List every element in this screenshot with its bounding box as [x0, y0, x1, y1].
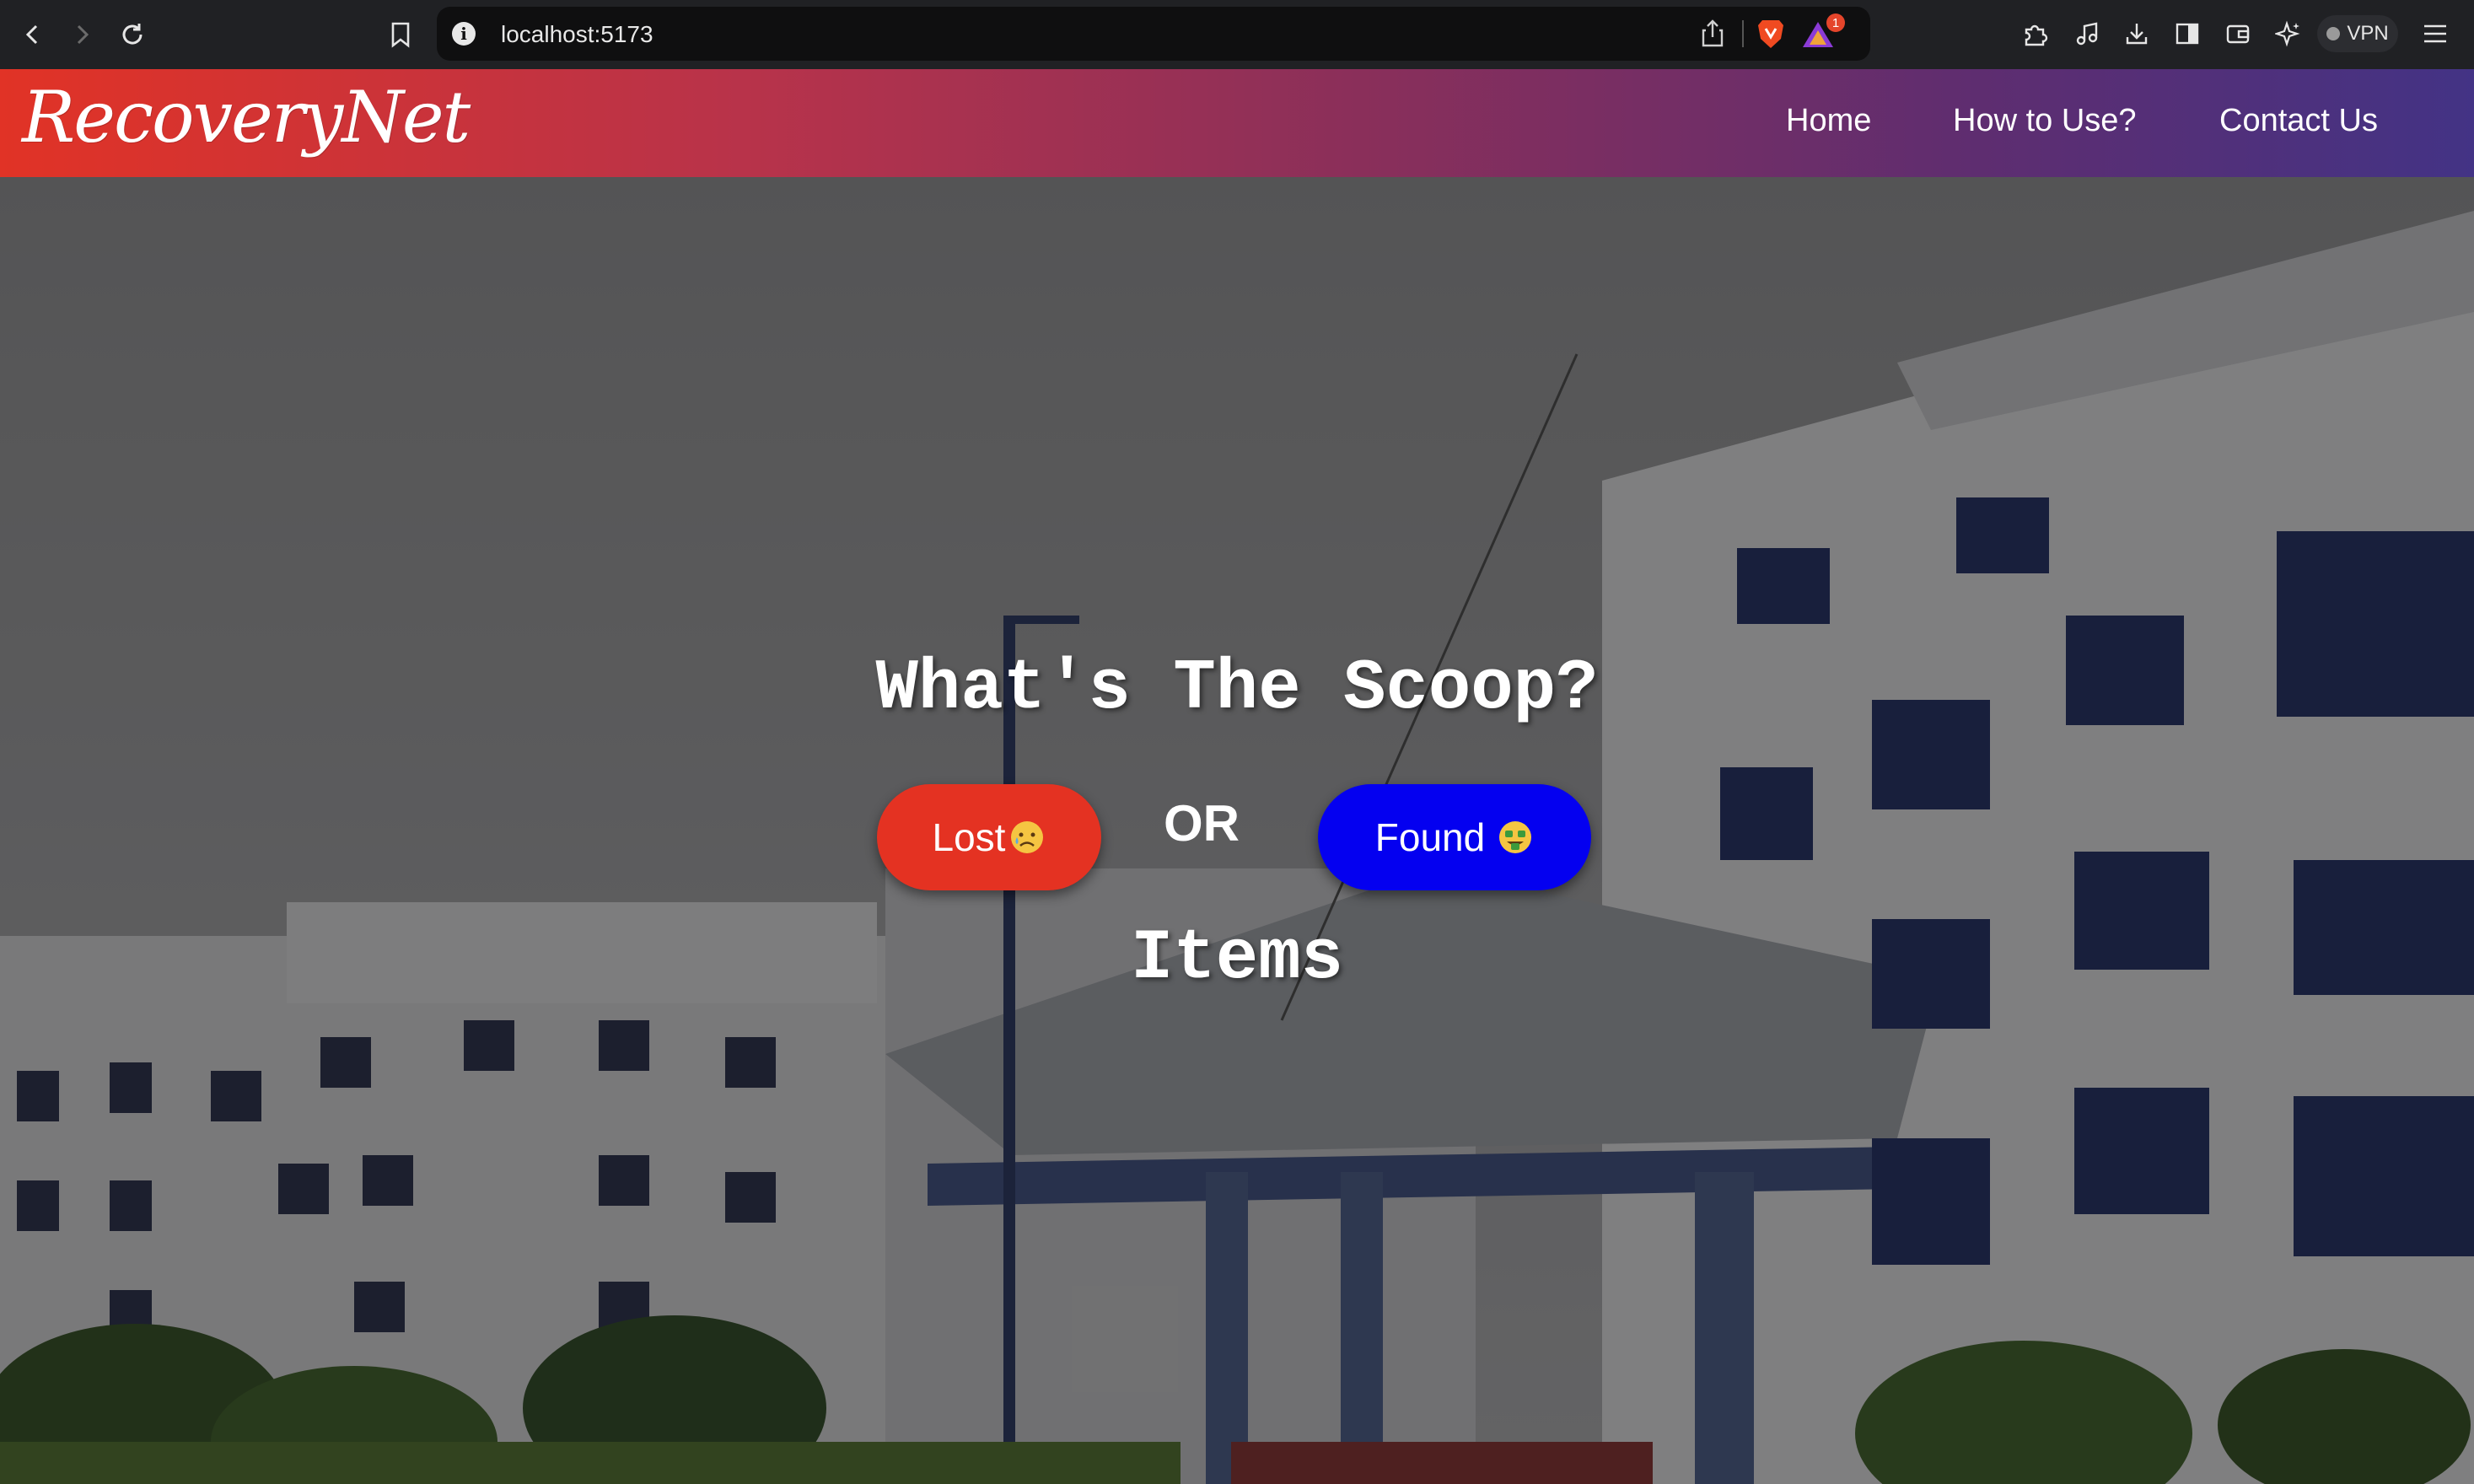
vpn-button[interactable]: VPN: [2317, 15, 2398, 52]
site-info-icon[interactable]: i: [452, 22, 476, 46]
menu-icon[interactable]: [2417, 15, 2454, 52]
rewards-badge: 1: [1826, 13, 1845, 32]
brave-shield-icon[interactable]: [1756, 17, 1786, 51]
forward-icon[interactable]: [62, 15, 101, 54]
downloads-icon[interactable]: [2118, 15, 2155, 52]
nav-home[interactable]: Home: [1786, 103, 1871, 139]
items-label: Items: [1130, 919, 1344, 999]
sidebar-icon[interactable]: [2169, 15, 2206, 52]
reload-icon[interactable]: [113, 15, 152, 54]
url-text[interactable]: localhost:5173: [501, 21, 653, 48]
back-icon[interactable]: [13, 15, 52, 54]
found-button[interactable]: Found: [1318, 784, 1591, 890]
site-logo[interactable]: RecoveryNet: [22, 76, 471, 159]
nav-how-to-use[interactable]: How to Use?: [1953, 103, 2137, 139]
site-navbar: RecoveryNet Home How to Use? Contact Us: [0, 69, 2474, 177]
share-icon[interactable]: [1698, 19, 1727, 49]
bookmark-icon[interactable]: [381, 15, 420, 54]
lost-label: Lost: [932, 815, 1006, 859]
url-separator: [1742, 20, 1744, 47]
extensions-icon[interactable]: [2017, 15, 2054, 52]
vpn-status-icon: [2326, 27, 2341, 40]
media-icon[interactable]: [2069, 15, 2106, 52]
browser-toolbar: i localhost:5173 1 VPN: [0, 0, 2474, 69]
address-bar[interactable]: i localhost:5173 1: [437, 7, 1870, 61]
leo-ai-icon[interactable]: [2270, 15, 2307, 52]
wallet-icon[interactable]: [2219, 15, 2256, 52]
vpn-label: VPN: [2347, 22, 2389, 45]
hero-headline: What's The Scoop?: [875, 649, 1599, 729]
hero-section: What's The Scoop? Lost OR Found Items: [0, 177, 2474, 1484]
nav-contact-us[interactable]: Contact Us: [2219, 103, 2378, 139]
or-label: OR: [1164, 795, 1240, 852]
found-label: Found: [1374, 815, 1486, 859]
sad-face-icon: [1011, 821, 1044, 853]
money-mouth-face-icon: [1499, 821, 1532, 853]
lost-button[interactable]: Lost: [877, 784, 1101, 890]
